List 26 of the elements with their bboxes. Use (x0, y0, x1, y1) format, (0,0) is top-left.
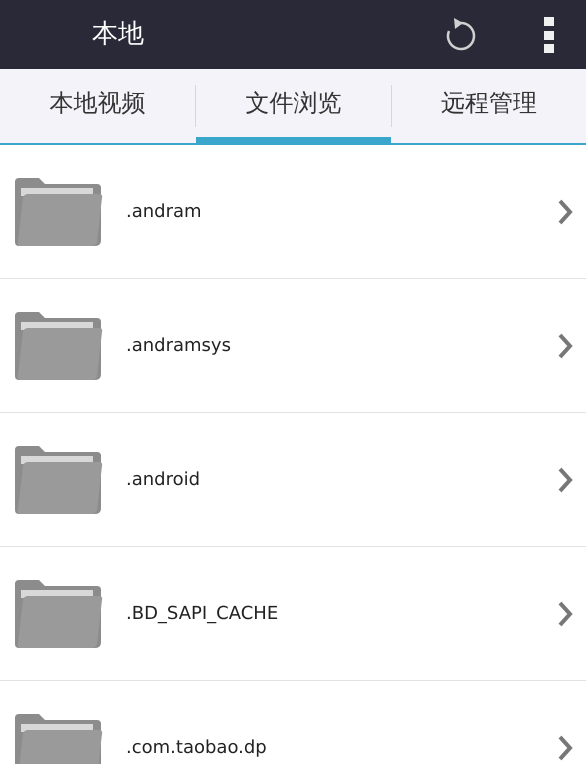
chevron-icon (557, 198, 573, 226)
folder-row[interactable]: .android (0, 413, 586, 547)
chevron-icon (557, 600, 573, 628)
folder-row[interactable]: .BD_SAPI_CACHE (0, 547, 586, 681)
folder-row[interactable]: .andram (0, 145, 586, 279)
folder-icon (13, 444, 103, 516)
folder-row[interactable]: .andramsys (0, 279, 586, 413)
folder-row[interactable]: .com.taobao.dp (0, 681, 586, 764)
app-title: 本地 (92, 18, 144, 51)
tab[interactable]: 远程管理 (392, 69, 586, 143)
folder-name: .BD_SAPI_CACHE (126, 602, 278, 626)
folder-icon (13, 176, 103, 248)
folder-icon (13, 712, 103, 764)
chevron-icon (557, 466, 573, 494)
folder-icon (13, 578, 103, 650)
refresh-icon[interactable] (444, 16, 478, 52)
folder-name: .com.taobao.dp (126, 736, 267, 760)
chevron-icon (557, 332, 573, 360)
chevron-icon (557, 734, 573, 762)
folder-icon (13, 310, 103, 382)
tab[interactable]: 文件浏览 (196, 69, 391, 143)
folder-name: .andram (126, 200, 202, 224)
folder-name: .android (126, 468, 200, 492)
more-icon[interactable] (544, 16, 554, 52)
folder-name: .andramsys (126, 334, 231, 358)
tab[interactable]: 本地视频 (0, 69, 196, 143)
